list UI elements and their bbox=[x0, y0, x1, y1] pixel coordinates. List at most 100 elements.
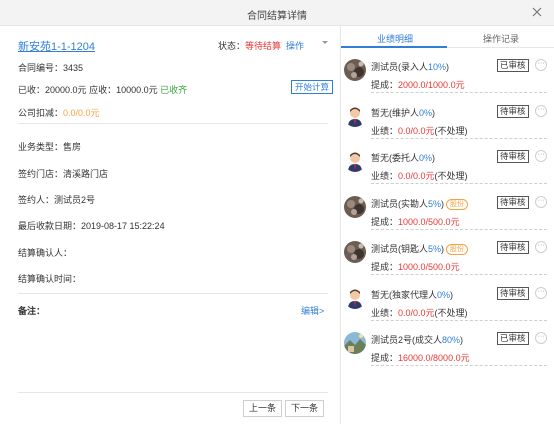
amount-note: (不处理) bbox=[434, 307, 468, 318]
review-status-button[interactable]: 待审核 bbox=[497, 286, 529, 300]
commission-amount: 业绩：0.0/0.0元(不处理) bbox=[371, 306, 468, 319]
more-icon[interactable]: ··· bbox=[535, 104, 547, 117]
sign-store: 签约门店：清溪路门店 bbox=[18, 169, 109, 179]
share-percent: 0% bbox=[419, 107, 433, 118]
share-percent: 80% bbox=[442, 335, 461, 345]
amount-value: 0.0/0.0元 bbox=[398, 171, 435, 181]
performance-card: 测试员(录入人10%) 提成：2000.0/1000.0元 已审核 ··· bbox=[341, 56, 554, 102]
more-icon[interactable]: ··· bbox=[535, 332, 547, 344]
commission-amount: 业绩：0.0/0.0元(不处理) bbox=[371, 169, 468, 182]
staff-role: 测试员(钥匙人5%) 股份 bbox=[371, 242, 469, 255]
amount-label: 提成： bbox=[371, 80, 399, 90]
more-icon[interactable]: ··· bbox=[535, 241, 547, 253]
more-icon[interactable]: ··· bbox=[535, 195, 547, 208]
amount-value: 2000.0/1000.0元 bbox=[398, 80, 465, 90]
performance-card: 测试员(钥匙人5%) 股份 提成：1000.0/500.0元 待审核 ··· bbox=[341, 238, 554, 284]
settlement-confirmer: 结算确认人： bbox=[18, 248, 73, 258]
amount-value: 0.0/0.0元 bbox=[398, 125, 435, 136]
share-percent: 5% bbox=[428, 198, 442, 209]
deduct-label: 公司扣减： bbox=[18, 108, 64, 118]
payment-summary: 已收：20000.0元 应收：10000.0元 已收齐 bbox=[18, 83, 187, 96]
staff-name: 测试员(钥匙人 bbox=[371, 244, 428, 254]
prev-button[interactable]: 上一条 bbox=[243, 400, 283, 417]
section-divider bbox=[18, 293, 328, 294]
avatar bbox=[344, 104, 366, 127]
commission-amount: 提成：2000.0/1000.0元 bbox=[371, 78, 465, 91]
review-status-button[interactable]: 已审核 bbox=[497, 59, 529, 72]
start-calc-button[interactable]: 开始计算 bbox=[291, 80, 334, 94]
share-percent: 5% bbox=[428, 244, 442, 254]
avatar bbox=[344, 332, 366, 354]
status-label: 状态： bbox=[218, 41, 246, 51]
performance-panel: 业绩明细 操作记录 测试员(录入人10%) 提成：2000.0/1000.0元 已审… bbox=[341, 26, 554, 424]
avatar bbox=[344, 195, 366, 218]
company-deduct: 公司扣减：0.0/0.0元 bbox=[18, 106, 100, 119]
staff-name: 测试员(录入人 bbox=[371, 62, 428, 72]
caret-down-icon[interactable] bbox=[320, 39, 330, 47]
share-badge: 股份 bbox=[446, 198, 469, 210]
status-value: 等待结算 bbox=[245, 41, 282, 51]
review-status-button[interactable]: 已审核 bbox=[497, 332, 529, 345]
card-divider bbox=[371, 228, 547, 230]
review-status-button[interactable]: 待审核 bbox=[497, 104, 529, 118]
amount-label: 业绩： bbox=[371, 171, 399, 181]
amount-value: 16000.0/8000.0元 bbox=[398, 353, 470, 363]
tab-operation-log[interactable]: 操作记录 bbox=[483, 32, 519, 45]
share-percent: 0% bbox=[419, 153, 433, 163]
amount-label: 业绩： bbox=[371, 125, 399, 136]
amount-note: (不处理) bbox=[434, 125, 468, 136]
staff-role: 测试员(实勘人5%) 股份 bbox=[371, 197, 469, 210]
footer-divider bbox=[18, 392, 328, 393]
more-icon[interactable]: ··· bbox=[535, 59, 547, 71]
avatar bbox=[344, 286, 366, 309]
commission-amount: 提成：16000.0/8000.0元 bbox=[371, 351, 470, 364]
role-close: ) bbox=[446, 62, 450, 72]
business-type: 业务类型：售房 bbox=[18, 142, 82, 152]
staff-name: 测试员(实勘人 bbox=[371, 198, 428, 209]
tab-performance[interactable]: 业绩明细 bbox=[377, 32, 413, 45]
edit-remarks-link[interactable]: 编辑> bbox=[301, 304, 324, 317]
performance-card: 暂无(维护人0%) 业绩：0.0/0.0元(不处理) 待审核 ··· bbox=[341, 102, 554, 148]
review-status-button[interactable]: 待审核 bbox=[497, 241, 529, 254]
received-all-tag: 已收齐 bbox=[160, 85, 188, 95]
card-divider bbox=[371, 365, 547, 366]
staff-role: 测试员(录入人10%) bbox=[371, 60, 449, 73]
commission-amount: 业绩：0.0/0.0元(不处理) bbox=[371, 124, 468, 137]
role-close: ) bbox=[460, 335, 464, 345]
performance-card: 暂无(独家代理人0%) 业绩：0.0/0.0元(不处理) 待审核 ··· bbox=[341, 284, 554, 330]
close-icon[interactable] bbox=[530, 5, 544, 19]
more-icon[interactable]: ··· bbox=[535, 286, 547, 299]
amount-label: 提成： bbox=[371, 262, 399, 272]
tab-bar: 业绩明细 操作记录 bbox=[341, 26, 554, 48]
staff-role: 暂无(独家代理人0%) bbox=[371, 288, 453, 301]
review-status-button[interactable]: 待审核 bbox=[497, 150, 529, 163]
amount-label: 业绩： bbox=[371, 307, 399, 318]
received-amount: 已收：20000.0元 bbox=[18, 85, 87, 95]
amount-label: 提成： bbox=[371, 216, 399, 227]
role-close: ) bbox=[441, 198, 445, 209]
staff-name: 暂无(维护人 bbox=[371, 107, 419, 118]
role-close: ) bbox=[441, 244, 445, 254]
staff-role: 暂无(委托人0%) bbox=[371, 151, 435, 164]
commission-amount: 提成：1000.0/500.0元 bbox=[371, 260, 460, 273]
card-divider bbox=[371, 183, 547, 184]
next-button[interactable]: 下一条 bbox=[285, 400, 325, 417]
operation-menu[interactable]: 操作 bbox=[286, 39, 304, 52]
contract-number: 合同编号：3435 bbox=[18, 63, 84, 73]
staff-name: 测试员2号(成交人 bbox=[371, 335, 443, 345]
section-divider bbox=[18, 123, 328, 124]
house-link[interactable]: 新安苑1-1-1204 bbox=[18, 38, 95, 54]
amount-value: 0.0/0.0元 bbox=[398, 307, 435, 318]
performance-card: 测试员(实勘人5%) 股份 提成：1000.0/500.0元 待审核 ··· bbox=[341, 193, 554, 239]
amount-value: 1000.0/500.0元 bbox=[398, 216, 460, 227]
review-status-button[interactable]: 待审核 bbox=[497, 195, 529, 209]
avatar bbox=[344, 241, 366, 263]
amount-note: (不处理) bbox=[434, 171, 468, 181]
role-close: ) bbox=[432, 107, 436, 118]
last-payment-date: 最后收款日期：2019-08-17 15:22:24 bbox=[18, 221, 165, 231]
card-divider bbox=[371, 137, 547, 139]
status-text: 状态：等待结算 bbox=[218, 39, 281, 52]
more-icon[interactable]: ··· bbox=[535, 150, 547, 162]
commission-amount: 提成：1000.0/500.0元 bbox=[371, 215, 460, 228]
share-percent: 10% bbox=[428, 62, 447, 72]
